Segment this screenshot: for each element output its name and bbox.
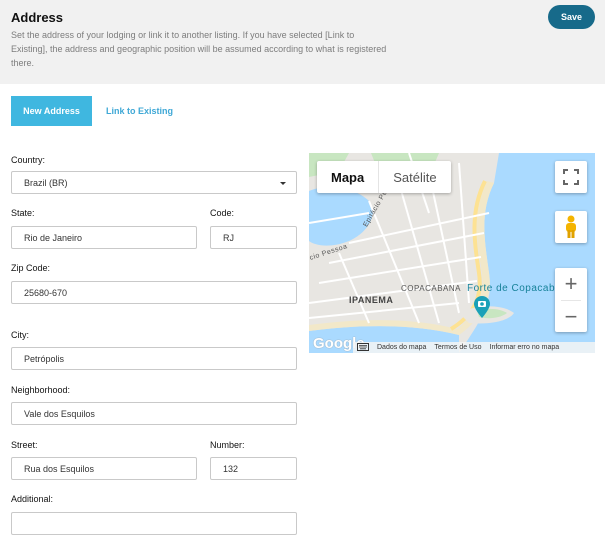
state-label: State:	[11, 208, 35, 218]
report-error-link[interactable]: Informar erro no mapa	[486, 344, 564, 351]
zoom-in-icon[interactable]: +	[555, 268, 587, 300]
state-input[interactable]: Rio de Janeiro	[11, 226, 197, 249]
street-label: Street:	[11, 440, 38, 450]
neighborhood-value: Vale dos Esquilos	[24, 408, 95, 419]
additional-input[interactable]	[11, 512, 297, 535]
country-label: Country:	[11, 155, 46, 165]
page-title: Address	[11, 10, 64, 25]
camera-marker-icon[interactable]	[474, 296, 490, 318]
save-button[interactable]: Save	[548, 5, 595, 29]
zoom-control[interactable]: + −	[555, 268, 587, 332]
zip-input[interactable]: 25680-670	[11, 281, 297, 304]
city-label: City:	[11, 330, 29, 340]
pegman-icon	[566, 215, 576, 238]
map-footer: Dados do mapa Termos de Uso Informar err…	[353, 342, 595, 353]
map-data-link[interactable]: Dados do mapa	[373, 344, 430, 351]
map-type-satellite-button[interactable]: Satélite	[379, 161, 450, 193]
city-input[interactable]: Petrópolis	[11, 347, 297, 370]
map-type-control[interactable]: Mapa Satélite	[317, 161, 451, 193]
state-value: Rio de Janeiro	[24, 232, 83, 243]
number-value: 132	[223, 463, 239, 474]
zoom-out-icon[interactable]: −	[555, 301, 587, 333]
header-panel: Address Set the address of your lodging …	[0, 0, 605, 84]
chevron-down-icon	[280, 182, 286, 185]
additional-label: Additional:	[11, 494, 54, 504]
terms-link[interactable]: Termos de Uso	[430, 344, 485, 351]
fullscreen-icon	[563, 169, 579, 185]
tab-new-address[interactable]: New Address	[11, 96, 92, 126]
country-value: Brazil (BR)	[24, 177, 68, 188]
neighborhood-label: Neighborhood:	[11, 385, 71, 395]
number-input[interactable]: 132	[210, 457, 297, 480]
map-label-copacabana: COPACABANA	[401, 284, 461, 293]
number-label: Number:	[210, 440, 245, 450]
zip-label: Zip Code:	[11, 263, 51, 273]
map-view[interactable]: IPANEMA COPACABANA Forte de Copacabana c…	[309, 153, 595, 353]
code-value: RJ	[223, 232, 234, 243]
country-select[interactable]: Brazil (BR)	[11, 171, 297, 194]
code-label: Code:	[210, 208, 235, 218]
map-type-map-button[interactable]: Mapa	[317, 161, 380, 193]
tab-link-to-existing[interactable]: Link to Existing	[106, 96, 173, 126]
street-input[interactable]: Rua dos Esquilos	[11, 457, 197, 480]
street-view-button[interactable]	[555, 211, 587, 243]
fullscreen-button[interactable]	[555, 161, 587, 193]
zip-value: 25680-670	[24, 287, 68, 298]
city-value: Petrópolis	[24, 353, 65, 364]
street-value: Rua dos Esquilos	[24, 463, 95, 474]
neighborhood-input[interactable]: Vale dos Esquilos	[11, 402, 297, 425]
code-input[interactable]: RJ	[210, 226, 297, 249]
page-description: Set the address of your lodging or link …	[11, 30, 387, 68]
map-label-ipanema: IPANEMA	[349, 295, 394, 305]
keyboard-icon[interactable]	[353, 342, 373, 353]
